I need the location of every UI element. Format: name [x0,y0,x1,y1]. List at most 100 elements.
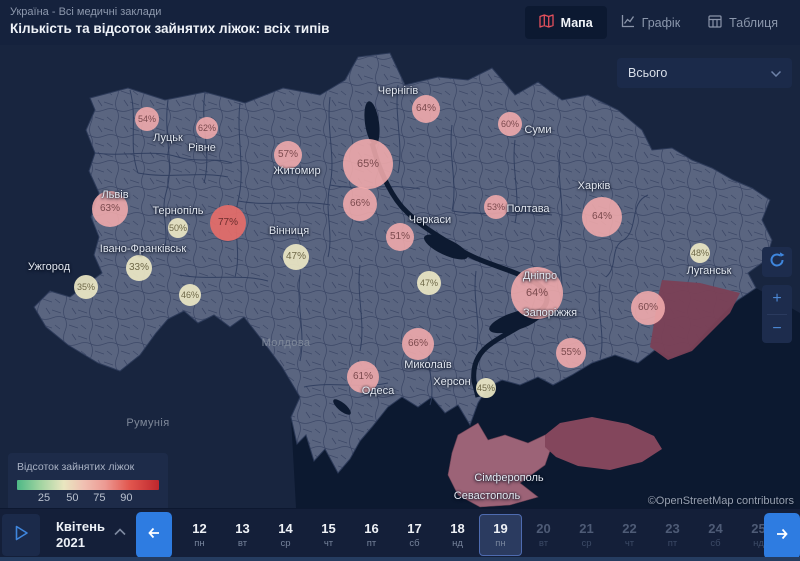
zoom-controls: + − [762,285,792,343]
map-canvas[interactable]: 54%Луцьк62%Рівне64%Чернігів60%Суми57%Жит… [0,45,800,508]
zoom-out-button[interactable]: − [762,315,792,344]
filter-dropdown[interactable]: Всього [617,58,792,88]
city-circle[interactable]: 50% [168,218,188,238]
city-label: Ужгород [28,261,70,273]
day-number: 20 [536,521,550,536]
city-circle[interactable]: 66% [402,328,434,360]
zoom-in-button[interactable]: + [762,285,792,314]
country-label: Молдова [262,337,311,349]
month-label: Квітень [56,519,105,535]
day-weekday: пт [668,538,678,549]
month-year-label: Квітень 2021 [56,519,105,552]
day-weekday: сб [710,538,720,549]
tab-chart[interactable]: Графік [607,6,695,39]
month-selector[interactable]: Квітень 2021 [56,519,126,552]
city-circle[interactable]: 47% [417,271,441,295]
legend-tick: 25 [38,492,50,504]
city-label: Харків [578,180,611,192]
timeline-day-23[interactable]: 23 пт [651,514,694,556]
day-number: 13 [235,521,249,536]
city-label: Сімферополь [474,472,543,484]
legend-tick: 90 [120,492,132,504]
view-tabs: Мапа Графік Таблиця [525,6,792,39]
timeline-day-17[interactable]: 17 сб [393,514,436,556]
city-circle[interactable]: 53% [484,195,508,219]
city-circle[interactable]: 55% [556,338,586,368]
day-weekday: пт [367,538,377,549]
timeline-day-20[interactable]: 20вт [522,514,565,556]
map-base-svg [0,45,800,508]
day-weekday: чт [324,538,333,549]
city-label: Чернігів [378,85,418,97]
timeline-scroll-strip[interactable] [0,557,800,561]
city-circle[interactable]: 64% [582,197,622,237]
timeline-day-21[interactable]: 21 ср [565,514,608,556]
day-number: 17 [407,521,421,536]
city-label: Миколаїв [404,359,452,371]
tab-map-label: Мапа [561,16,593,30]
city-circle[interactable]: 45% [476,378,496,398]
city-circle[interactable]: 60% [631,291,665,325]
city-circle[interactable]: 35% [74,275,98,299]
city-circle[interactable]: 64% [412,95,440,123]
header: Україна - Всі медичні заклади Кількість … [0,0,800,45]
city-circle[interactable]: 66% [343,187,377,221]
city-label: Житомир [273,165,320,177]
tab-table-label: Таблиця [729,16,778,30]
day-number: 22 [622,521,636,536]
day-weekday: нд [452,538,463,549]
tab-map[interactable]: Мапа [525,6,607,39]
page-title: Кількість та відсоток зайнятих ліжок: вс… [10,21,329,36]
play-icon [11,523,31,548]
day-number: 14 [278,521,292,536]
city-circle[interactable]: 33% [126,255,152,281]
day-number: 16 [364,521,378,536]
city-label: Вінниця [269,225,309,237]
timeline-day-13[interactable]: 13вт [221,514,264,556]
city-circle[interactable]: 62% [196,117,218,139]
city-circle[interactable]: 47% [283,244,309,270]
refresh-button[interactable] [762,247,792,277]
map-icon [539,14,554,31]
city-circle[interactable]: 51% [386,223,414,251]
day-weekday: сб [409,538,419,549]
next-day-button[interactable] [764,513,800,559]
day-number: 19 [493,521,507,536]
city-circle[interactable]: 54% [135,107,159,131]
city-label: Запоріжжя [523,307,577,319]
day-number: 23 [665,521,679,536]
timeline-day-15[interactable]: 15чт [307,514,350,556]
tab-table[interactable]: Таблиця [694,7,792,39]
city-circle[interactable]: 65% [343,139,393,189]
city-circle[interactable]: 46% [179,284,201,306]
city-label: Дніпро [523,270,557,282]
day-strip: 12пн13вт 14 ср 15чт 16 пт 17 сб 18 нд 19пн20вт 21 ср… [178,514,780,556]
city-circle[interactable]: 48% [690,243,710,263]
arrow-left-icon [146,525,162,546]
timeline-day-19[interactable]: 19пн [479,514,522,556]
city-label: Тернопіль [152,205,203,217]
timeline-day-18[interactable]: 18 нд [436,514,479,556]
map-attribution: ©OpenStreetMap contributors [648,495,794,507]
city-label: Полтава [506,203,549,215]
timeline-day-16[interactable]: 16 пт [350,514,393,556]
day-weekday: ср [280,538,290,549]
timeline-day-12[interactable]: 12пн [178,514,221,556]
timeline-day-22[interactable]: 22чт [608,514,651,556]
timeline-day-24[interactable]: 24сб [694,514,737,556]
day-number: 21 [579,521,593,536]
refresh-icon [768,251,786,274]
legend-panel: Відсоток зайнятих ліжок 25 50 75 90 [8,453,168,508]
city-circle[interactable]: 60% [498,112,522,136]
city-label: Рівне [188,142,216,154]
city-label: Львів [101,189,128,201]
city-label: Суми [524,124,551,136]
prev-day-button[interactable] [136,512,172,558]
timeline-day-14[interactable]: 14 ср [264,514,307,556]
city-circle[interactable]: 77% [210,205,246,241]
day-weekday: нд [753,538,764,549]
day-weekday: ср [581,538,591,549]
day-number: 18 [450,521,464,536]
play-button[interactable] [2,514,40,556]
city-label: Луцьк [153,132,183,144]
